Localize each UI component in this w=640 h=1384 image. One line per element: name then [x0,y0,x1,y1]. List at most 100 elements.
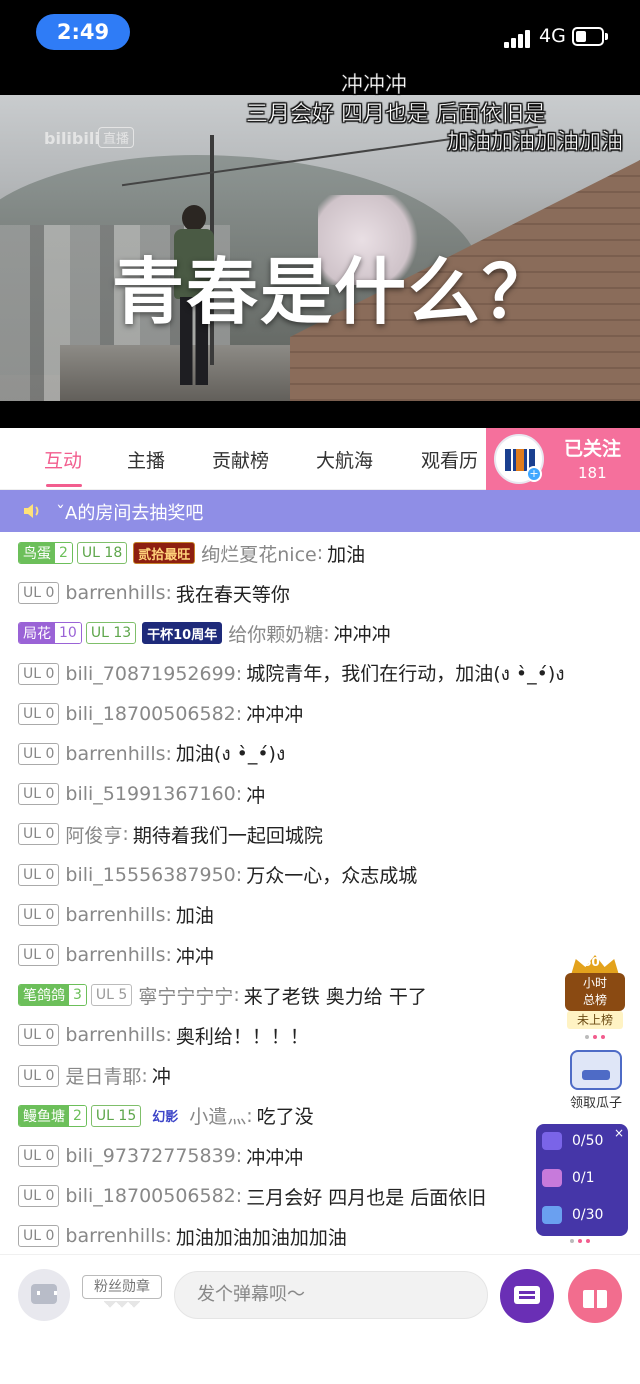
bottom-bar: 粉丝勋章 发个弹幕呗～ [0,1254,640,1384]
chat-separator: : [165,944,172,966]
chat-message[interactable]: UL 0 bili_51991367160: 冲 [18,774,265,814]
chat-message[interactable]: UL 0 barrenhills: 加油(ง •̀_•́)ง [18,734,285,774]
bilibili-logo: bilibili [44,129,100,148]
chat-username[interactable]: bili_18700506582 [65,703,235,725]
notice-text: ˇA的房间去抽奖吧 [56,503,204,524]
chat-message[interactable]: 鳗鱼塘 2 UL 15 幻影 小遣灬: 吃了没 [18,1096,314,1136]
chat-message[interactable]: UL 0 bili_15556387950: 万众一心，众志成城 [18,855,417,895]
chat-username[interactable]: barrenhills [65,904,165,926]
chat-username[interactable]: bili_97372775839 [65,1145,235,1167]
chat-separator: : [165,1225,172,1248]
chat-username[interactable]: barrenhills [65,944,165,966]
title-badge: 贰拾最旺 [133,542,196,564]
chat-username[interactable]: 是日青耶 [65,1062,141,1089]
chat-message[interactable]: UL 0 bili_70871952699: 城院青年，我们在行动，加油(ง •̀_… [18,654,565,694]
chat-username[interactable]: 小遣灬 [189,1102,246,1129]
user-level-badge: UL 0 [18,1185,60,1208]
live-video-player[interactable]: bilibili 直播 青春是什么？ 冲冲冲 三月会好 四月也是 后面依旧是 加… [0,68,640,428]
network-type: 4G [539,25,566,47]
tab-history[interactable]: 观看历 [421,446,478,473]
chat-message[interactable]: UL 0 barrenhills: 奥利给！！！！ [18,1015,309,1055]
chat-message[interactable]: UL 0 barrenhills: 加油 [18,895,214,935]
chat-bubble-button[interactable] [500,1269,554,1323]
fan-medal-badge: 局花 10 [18,622,82,645]
chat-text: 冲冲冲 [246,1146,304,1169]
chat-message[interactable]: UL 0 bili_97372775839: 冲冲冲 [18,1136,303,1176]
user-level-badge: UL 15 [90,1104,142,1127]
chat-message[interactable]: 笔鸽鸽 3 UL 5 寧宁宁宁宁: 来了老铁 奥力给 干了 [18,975,427,1015]
chat-text: 冲 [151,1066,171,1089]
chat-text: 加油 [175,905,214,928]
chat-username[interactable]: 绚烂夏花nice [201,540,316,567]
chat-username[interactable]: bili_15556387950 [65,864,235,886]
user-level-badge: UL 0 [18,863,60,886]
live-tag: 直播 [98,127,135,148]
tab-contribution[interactable]: 贡献榜 [212,446,269,473]
task-progress-widget[interactable]: × 0/50 0/1 0/30 [536,1124,628,1236]
carousel-dots [570,1239,590,1243]
chat-message[interactable]: UL 0 barrenhills: 冲冲 [18,935,214,975]
chat-separator: : [235,1185,243,1208]
chat-message[interactable]: UL 0 barrenhills: 我在春天等你 [18,573,290,613]
chat-text: 万众一心，众志成城 [246,865,418,888]
follower-count: 181 [578,464,607,482]
chat-username[interactable]: barrenhills [65,1024,165,1046]
follow-label: 已关注 [564,438,622,460]
user-level-badge: UL 0 [18,1024,60,1047]
chevron-down-icon [104,1301,140,1315]
chat-text: 吃了没 [256,1106,314,1129]
tv-mascot-icon[interactable] [18,1269,70,1321]
close-icon[interactable]: × [615,957,627,969]
chat-username[interactable]: barrenhills [65,743,165,765]
user-level-badge: UL 5 [90,984,133,1007]
chat-message[interactable]: 鸟蛋 2 UL 18 贰拾最旺 绚烂夏花nice: 加油 [18,533,365,573]
chat-username[interactable]: 给你颗奶糖 [228,620,323,647]
gift-button[interactable] [568,1269,622,1323]
chat-separator: : [165,903,172,926]
tab-guard[interactable]: 大航海 [316,446,373,473]
claim-melon-widget[interactable]: 领取瓜子 [560,1050,632,1112]
fan-medal-label: 粉丝勋章 [82,1275,162,1299]
chat-message[interactable]: UL 0 是日青耶: 冲 [18,1056,171,1096]
chat-message[interactable]: UL 0 barrenhills: 加油加油加油加加油 [18,1216,347,1254]
danmaku-input[interactable]: 发个弹幕呗～ [174,1271,488,1319]
chat-message[interactable]: UL 0 bili_18700506582: 三月会好 四月也是 后面依旧 [18,1176,486,1216]
task-ticket-icon [542,1132,562,1150]
chat-text: 加油加油加油加加油 [175,1226,347,1249]
chat-username[interactable]: 阿俊亨 [65,821,122,848]
chat-username[interactable]: bili_18700506582 [65,1185,235,1207]
carousel-dots [585,1035,605,1039]
fan-medal-badge: 笔鸽鸽 3 [18,984,87,1007]
fan-medal-badge: 鳗鱼塘 2 [18,1104,87,1127]
user-level-badge: UL 0 [18,1225,60,1248]
chat-text: 冲冲冲 [246,704,304,727]
tab-streamer[interactable]: 主播 [127,446,165,473]
follow-button[interactable]: + 已关注 181 [486,428,640,490]
danmaku-text: 冲冲冲 [341,73,408,99]
tab-interact[interactable]: 互动 [44,446,82,473]
chat-message[interactable]: UL 0 bili_18700506582: 冲冲冲 [18,694,303,734]
chat-username[interactable]: barrenhills [65,1225,165,1247]
chat-username[interactable]: bili_70871952699 [65,663,235,685]
task-character-icon [542,1169,562,1187]
claim-melon-label: 领取瓜子 [569,1096,622,1111]
treasure-chest-icon [570,1050,622,1090]
chat-text: 奥利给！！！！ [175,1025,309,1048]
close-icon[interactable]: × [614,1126,624,1140]
chat-message[interactable]: UL 0 阿俊亨: 期待着我们一起回城院 [18,814,323,854]
user-level-badge: UL 0 [18,743,60,765]
chat-username[interactable]: bili_51991367160 [65,783,235,805]
chat-text: 冲冲 [175,945,214,968]
title-badge: 幻影 [147,1104,184,1127]
fan-medal-button[interactable]: 粉丝勋章 [82,1275,162,1319]
notice-banner[interactable]: ˇA的房间去抽奖吧 [0,490,640,532]
task-item: 0/50 [542,1128,603,1154]
user-level-badge: UL 0 [18,783,60,806]
chat-username[interactable]: barrenhills [65,582,165,604]
battery-icon [572,27,608,46]
chat-message[interactable]: 局花 10 UL 13 干杯10周年 给你颗奶糖: 冲冲冲 [18,613,391,653]
chat-text: 三月会好 四月也是 后面依旧 [246,1186,487,1209]
hourly-rank-widget[interactable]: 60 × 小时 总榜 未上榜 [563,955,627,1031]
user-level-badge: UL 13 [85,622,137,645]
chat-username[interactable]: 寧宁宁宁宁 [138,982,233,1009]
